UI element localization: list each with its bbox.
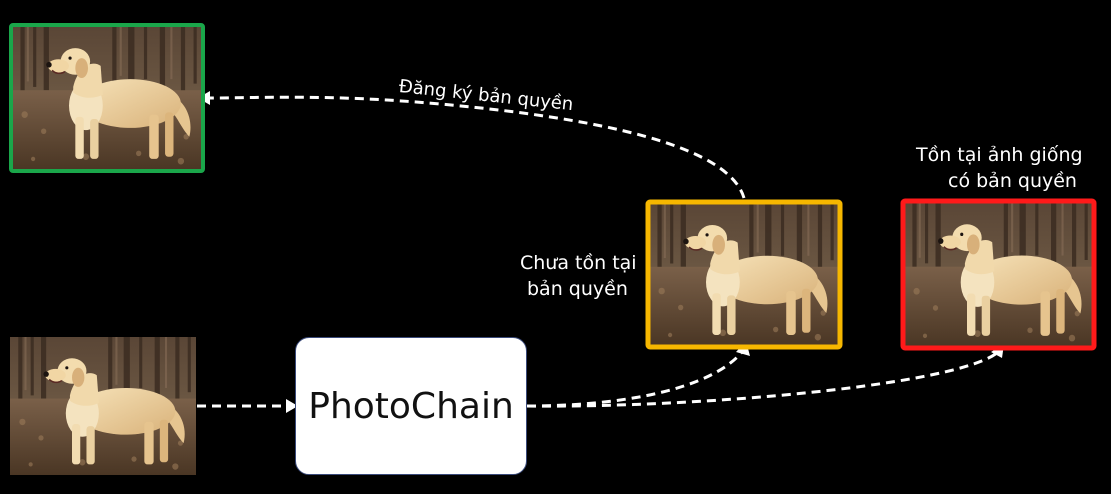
- arrow-photochain-to-pending: [526, 351, 744, 408]
- not-registered-label-line2: bản quyền: [527, 278, 628, 300]
- photochain-box: PhotoChain: [295, 337, 527, 475]
- photochain-label: PhotoChain: [308, 385, 514, 427]
- duplicate-photo: [900, 198, 1097, 351]
- duplicate-label-line1: Tồn tại ảnh giống: [916, 144, 1083, 166]
- input-photo: [10, 337, 196, 475]
- registered-photo: [9, 23, 205, 173]
- duplicate-label-line2: có bản quyền: [948, 170, 1077, 192]
- arrow-pending-to-registered: [207, 95, 746, 199]
- diagram-svg: [9, 23, 1097, 475]
- diagram-canvas: PhotoChain Đăng ký bản quyền Chưa tồn tạ…: [0, 0, 1111, 490]
- not-registered-photo: [645, 199, 843, 350]
- arrow-photochain-to-duplicate: [526, 350, 999, 408]
- not-registered-label-line1: Chưa tồn tại: [520, 252, 637, 274]
